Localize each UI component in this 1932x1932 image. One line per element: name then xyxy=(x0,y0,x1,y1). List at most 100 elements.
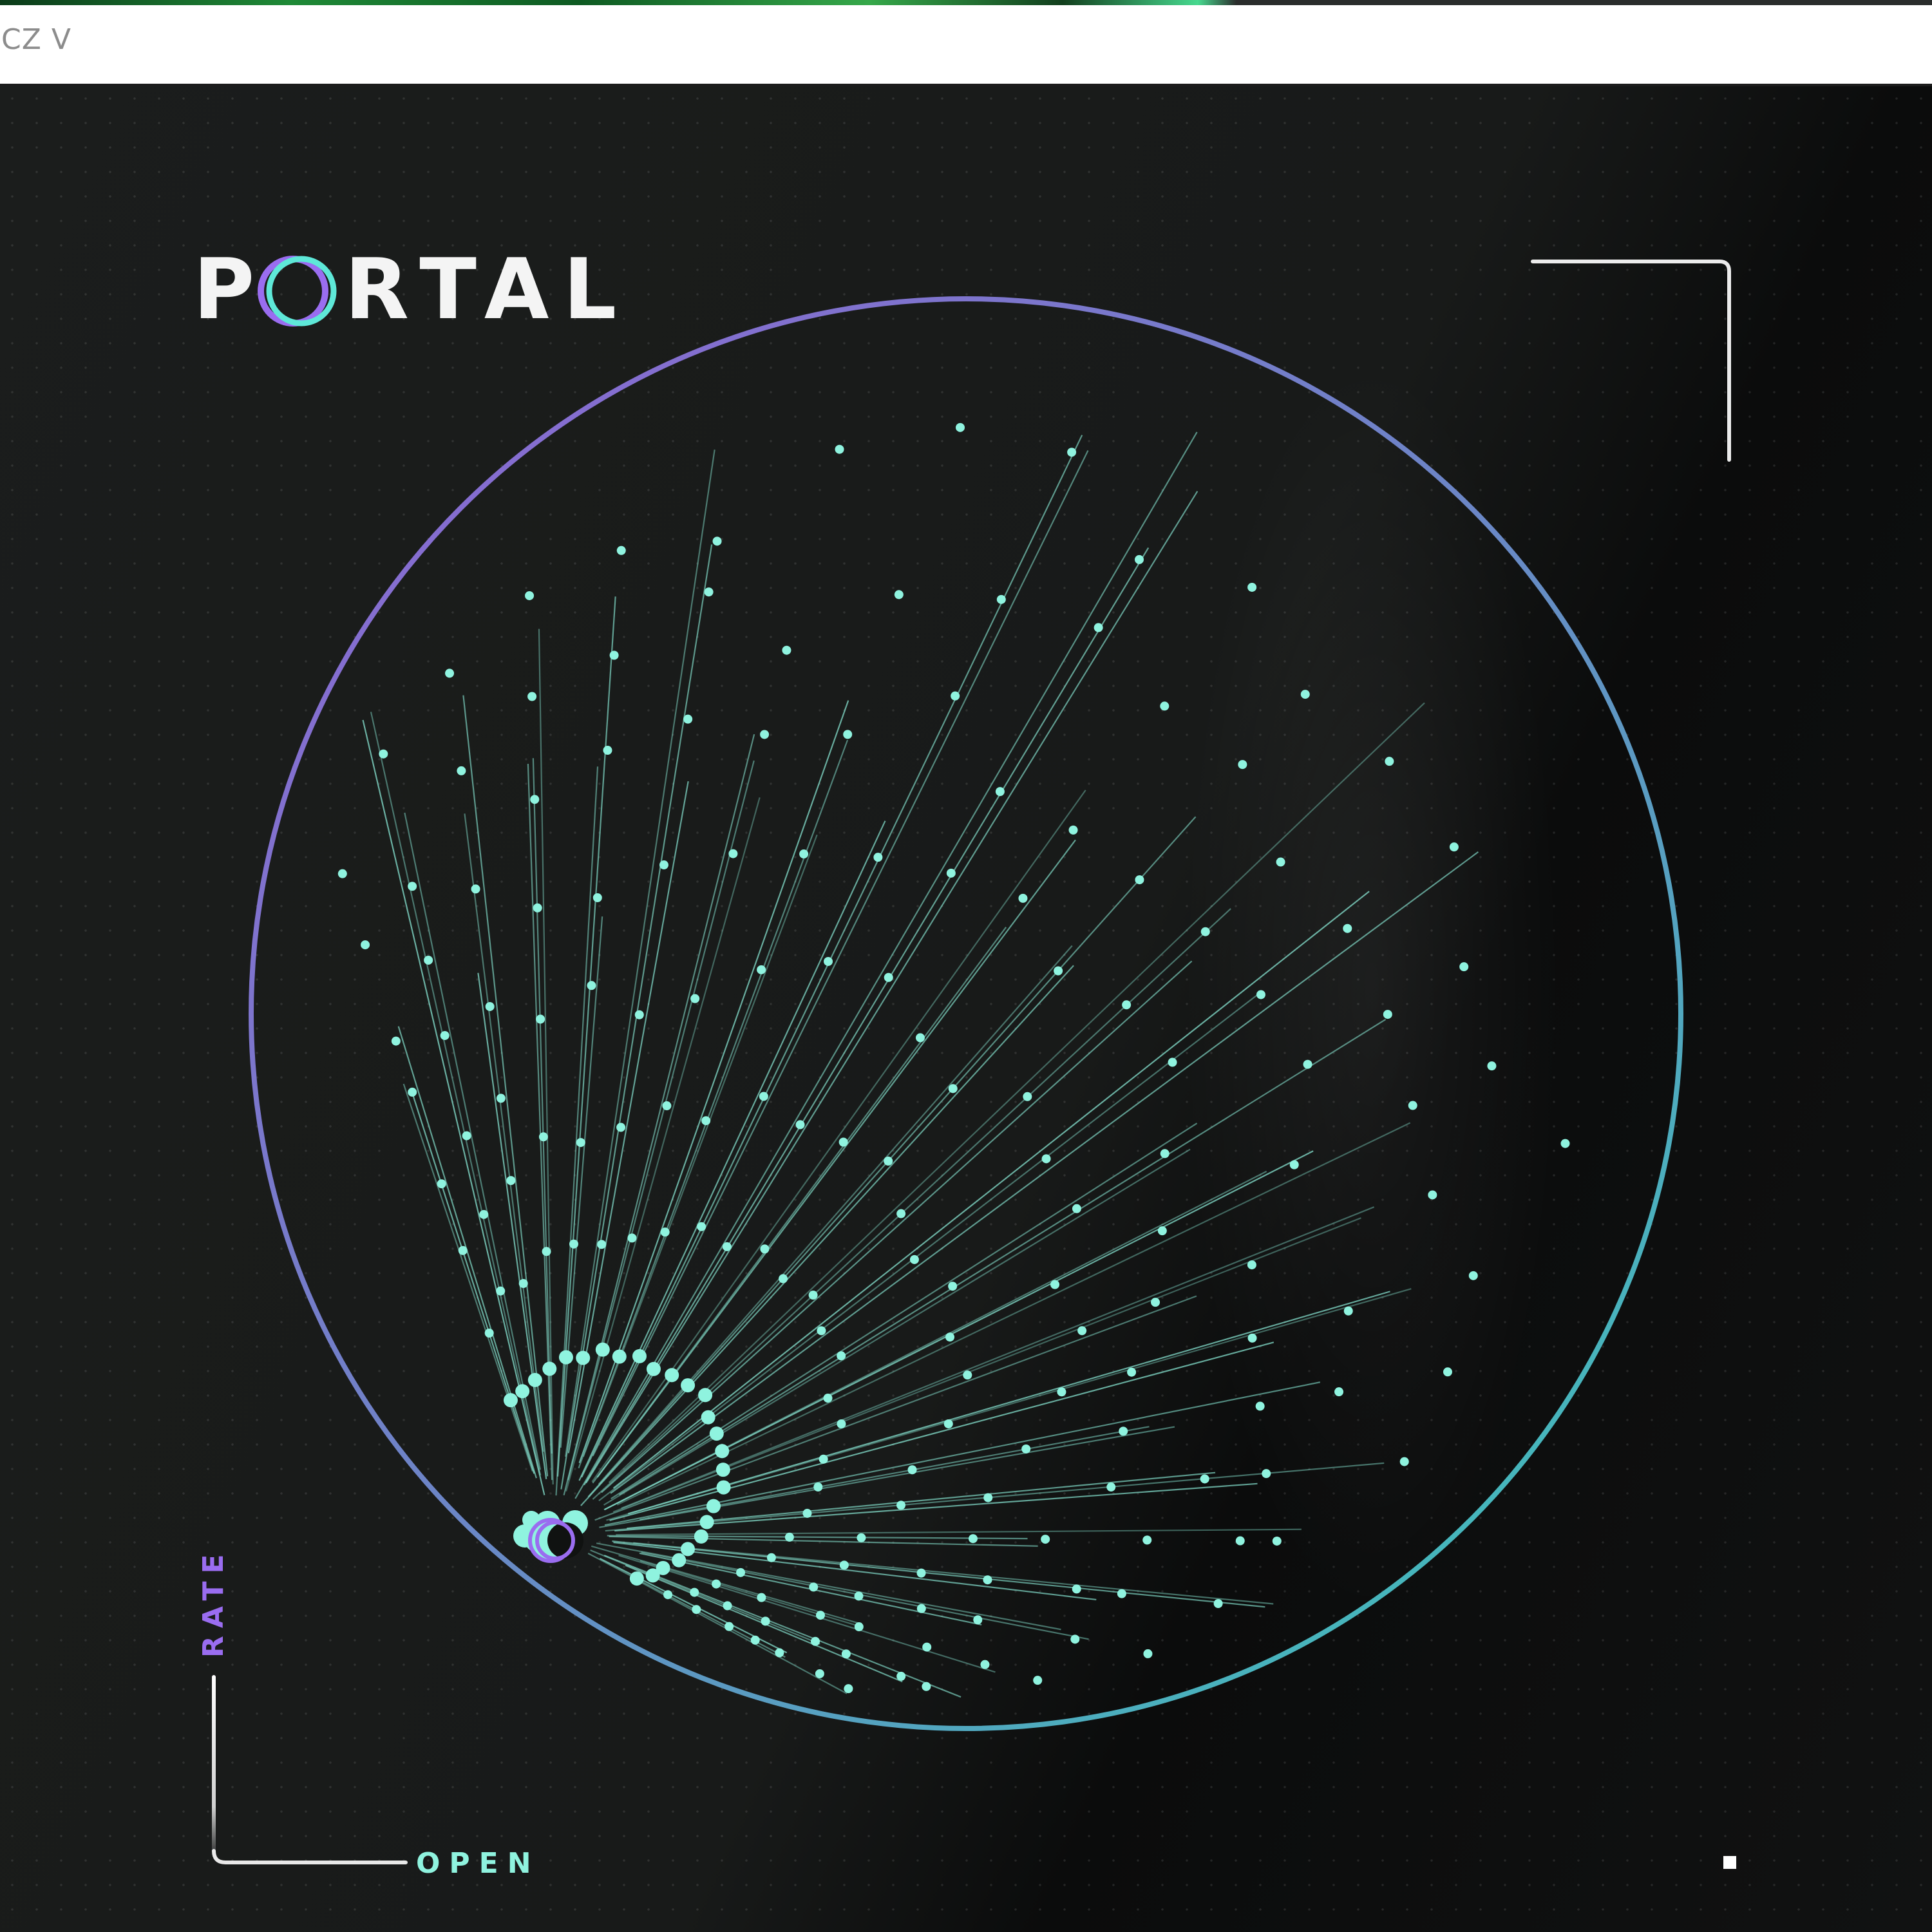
particle-dot xyxy=(603,746,612,755)
particle-dot xyxy=(690,1587,699,1597)
particle-dot xyxy=(1235,1536,1245,1546)
particle-dot xyxy=(909,1255,919,1264)
particle-dot xyxy=(835,444,844,454)
particle-dot xyxy=(485,1001,495,1011)
particle-dot xyxy=(527,1372,542,1387)
particle-dot xyxy=(1408,1101,1417,1110)
particle-dot xyxy=(873,853,883,862)
ray-line xyxy=(362,719,545,1495)
window-title: CZ V xyxy=(1,23,71,56)
particle-dot xyxy=(722,1242,732,1251)
particle-dot xyxy=(379,749,388,759)
particle-dot xyxy=(1054,966,1063,976)
portal-particles xyxy=(337,422,1570,1694)
particle-dot xyxy=(956,422,965,432)
particle-dot xyxy=(1272,1536,1282,1546)
rate-axis-label: RATE xyxy=(197,1546,230,1658)
particle-dot xyxy=(1041,1535,1050,1544)
particle-dot xyxy=(1238,760,1247,770)
particle-dot xyxy=(701,1116,711,1126)
particle-dot xyxy=(1127,1367,1137,1377)
ray-line xyxy=(618,1555,996,1673)
ray-line xyxy=(601,960,1193,1493)
particle-dot xyxy=(536,1014,545,1024)
particle-dot xyxy=(837,1351,846,1361)
particle-dot xyxy=(854,1591,864,1601)
open-rate-knob[interactable] xyxy=(513,1510,588,1563)
particle-dot xyxy=(996,594,1006,604)
particle-dot xyxy=(779,1274,788,1283)
particle-dot xyxy=(694,1529,708,1544)
ray-line xyxy=(633,1542,1274,1605)
particle-dot xyxy=(683,714,693,724)
particle-dot xyxy=(1443,1367,1452,1377)
particle-dot xyxy=(1399,1457,1409,1466)
particle-dot xyxy=(609,650,619,660)
particle-dot xyxy=(712,536,722,546)
particle-dot xyxy=(1449,842,1459,852)
particle-dot xyxy=(471,884,480,894)
ray-line xyxy=(596,839,1076,1478)
plugin-canvas: P RTAL RATE OPEN xyxy=(0,86,1932,1932)
particle-dot xyxy=(884,972,893,982)
particle-dot xyxy=(715,1444,730,1459)
particle-dot xyxy=(809,1582,819,1592)
particle-dot xyxy=(681,1542,696,1557)
particle-dot xyxy=(408,1087,417,1097)
particle-dot xyxy=(1135,875,1144,885)
particle-dot xyxy=(980,1660,990,1669)
particle-dot xyxy=(1023,1092,1032,1101)
particle-dot xyxy=(948,1282,958,1291)
particle-dot xyxy=(1247,1333,1257,1343)
particle-dot xyxy=(1385,757,1394,766)
particle-dot xyxy=(697,1222,706,1231)
particle-dot xyxy=(437,1179,446,1189)
particle-dot xyxy=(595,1342,610,1357)
top-right-corner-bracket xyxy=(1531,260,1731,462)
particle-dot xyxy=(843,730,853,739)
particle-dot xyxy=(946,868,956,878)
ray-line xyxy=(370,712,542,1475)
particle-dot xyxy=(808,1291,818,1300)
ray-line xyxy=(412,1094,535,1474)
particle-dot xyxy=(813,1482,823,1492)
particle-dot xyxy=(948,1084,958,1094)
particle-dot xyxy=(896,1671,906,1681)
particle-dot xyxy=(844,1684,853,1694)
ray-line xyxy=(574,431,1198,1499)
particle-dot xyxy=(1213,1599,1223,1609)
particle-dot xyxy=(1200,927,1210,936)
particle-dot xyxy=(724,1622,734,1631)
particle-dot xyxy=(854,1622,864,1632)
particle-dot xyxy=(616,545,626,555)
particle-dot xyxy=(503,1393,518,1408)
particle-dot xyxy=(761,1616,770,1626)
particle-dot xyxy=(672,1553,687,1567)
logo-letter-p: P xyxy=(193,240,269,338)
particle-dot xyxy=(1160,701,1170,711)
particle-dot xyxy=(824,956,833,966)
ray-line xyxy=(598,945,1073,1485)
particle-dot xyxy=(811,1636,820,1646)
particle-dot xyxy=(1018,893,1028,903)
particle-dot xyxy=(1142,1535,1152,1545)
particle-dot xyxy=(646,1361,661,1376)
particle-dot xyxy=(1262,1469,1271,1479)
particle-dot xyxy=(916,1568,926,1578)
particle-dot xyxy=(1247,582,1257,592)
particle-dot xyxy=(699,1515,714,1530)
particle-dot xyxy=(1160,1149,1170,1159)
particle-dot xyxy=(907,1465,917,1475)
particle-dot xyxy=(973,1615,983,1625)
particle-dot xyxy=(1168,1057,1177,1067)
particle-dot xyxy=(1057,1387,1066,1397)
particle-dot xyxy=(799,849,809,859)
particle-dot xyxy=(542,1247,551,1256)
particle-dot xyxy=(690,994,700,1003)
particle-dot xyxy=(692,1605,701,1615)
ray-line xyxy=(639,1560,860,1627)
ray-line xyxy=(608,702,1425,1484)
particle-dot xyxy=(784,1532,794,1542)
particle-dot xyxy=(533,903,542,913)
particle-dot xyxy=(915,1033,925,1043)
